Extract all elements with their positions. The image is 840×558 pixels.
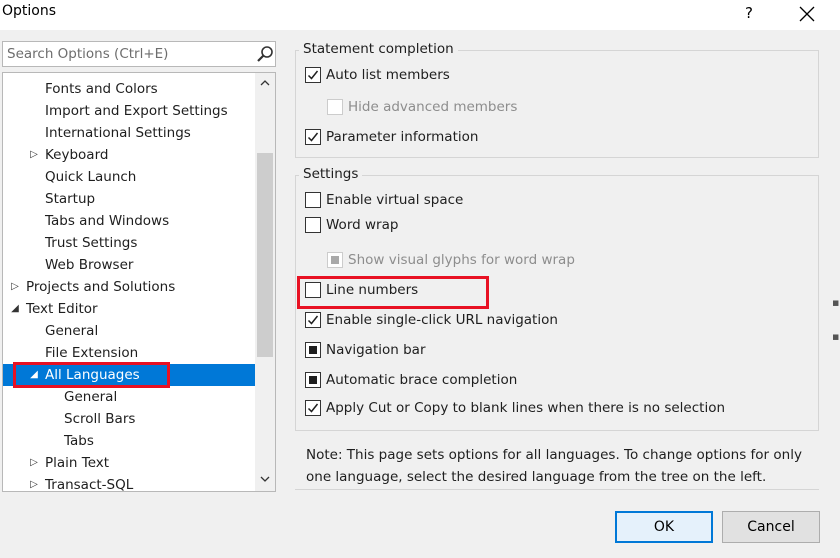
help-button[interactable]: ? — [734, 0, 764, 28]
tree-item-label: Plain Text — [45, 455, 110, 471]
parameter-information-label: Parameter information — [326, 129, 479, 145]
tree-item[interactable]: ▷ Transact-SQL — [3, 474, 255, 492]
tree-item-label: Web Browser — [45, 257, 134, 273]
tree-item[interactable]: ◢ Text Editor — [3, 298, 255, 320]
tree-item-label: File Extension — [45, 345, 139, 361]
tree-item[interactable]: International Settings — [3, 122, 255, 144]
tree-item[interactable]: Tabs — [3, 430, 255, 452]
scrollbar-thumb[interactable] — [257, 153, 273, 357]
auto-list-members-label: Auto list members — [326, 67, 450, 83]
parameter-information-checkbox[interactable] — [305, 129, 321, 145]
hide-advanced-members-checkbox — [327, 99, 343, 115]
options-tree[interactable]: Fonts and Colors Import and Export Settin… — [2, 72, 276, 492]
statement-completion-title: Statement completion — [299, 41, 458, 57]
chevron-up-icon — [260, 80, 270, 86]
background-edge-mark: ▪ — [832, 296, 840, 309]
line-numbers-highlight — [297, 276, 489, 309]
all-languages-highlight — [13, 362, 170, 388]
settings-title: Settings — [299, 166, 363, 182]
tree-item[interactable]: Import and Export Settings — [3, 100, 255, 122]
cancel-button[interactable]: Cancel — [722, 511, 820, 543]
tree-item[interactable]: Quick Launch — [3, 166, 255, 188]
search-placeholder: Search Options (Ctrl+E) — [7, 46, 169, 62]
tree-item[interactable]: Tabs and Windows — [3, 210, 255, 232]
window-title: Options — [2, 3, 57, 19]
tree-item-label: Fonts and Colors — [45, 81, 158, 97]
scroll-up-button[interactable] — [255, 73, 275, 95]
close-button[interactable] — [790, 0, 824, 28]
note-line-2: one language, select the desired languag… — [306, 469, 767, 485]
tree-item-label: Scroll Bars — [64, 411, 136, 427]
tree-item[interactable]: ▷ Keyboard — [3, 144, 255, 166]
apply-cut-copy-label: Apply Cut or Copy to blank lines when th… — [326, 400, 726, 416]
tree-item-label: Trust Settings — [45, 235, 138, 251]
automatic-brace-checkbox[interactable] — [305, 372, 321, 388]
tree-item[interactable]: Web Browser — [3, 254, 255, 276]
tree-item[interactable]: Startup — [3, 188, 255, 210]
tree-item[interactable]: Fonts and Colors — [3, 78, 255, 100]
word-wrap-label: Word wrap — [326, 217, 399, 233]
note-line-1: Note: This page sets options for all lan… — [306, 447, 802, 463]
tree-item[interactable]: ▷ Projects and Solutions — [3, 276, 255, 298]
word-wrap-checkbox[interactable] — [305, 217, 321, 233]
tree-item-label: International Settings — [45, 125, 191, 141]
title-bar: Options ? — [0, 0, 840, 30]
tree-item[interactable]: Trust Settings — [3, 232, 255, 254]
tree-item-label: Startup — [45, 191, 96, 207]
note-divider — [295, 489, 819, 490]
tree-item-label: Tabs and Windows — [45, 213, 170, 229]
show-visual-glyphs-checkbox — [327, 252, 343, 268]
single-click-url-checkbox[interactable] — [305, 312, 321, 328]
tree-item-label: Tabs — [64, 433, 94, 449]
chevron-down-icon — [260, 476, 270, 482]
tree-item-label: Quick Launch — [45, 169, 137, 185]
navigation-bar-label: Navigation bar — [326, 342, 426, 358]
collapsed-arrow-icon[interactable]: ▷ — [29, 144, 39, 166]
tree-item-label: Text Editor — [26, 301, 98, 317]
automatic-brace-label: Automatic brace completion — [326, 372, 518, 388]
tree-item-label: Keyboard — [45, 147, 109, 163]
tree-item[interactable]: File Extension — [3, 342, 255, 364]
tree-item-label: Transact-SQL — [45, 477, 134, 492]
collapsed-arrow-icon[interactable]: ▷ — [29, 452, 39, 474]
tree-scrollbar[interactable] — [255, 73, 275, 491]
hide-advanced-members-label: Hide advanced members — [348, 99, 518, 115]
checkmark-icon — [307, 315, 319, 325]
scroll-down-button[interactable] — [255, 469, 275, 491]
background-edge-mark: ▪ — [832, 330, 840, 343]
single-click-url-label: Enable single-click URL navigation — [326, 312, 558, 328]
navigation-bar-checkbox[interactable] — [305, 342, 321, 358]
search-icon[interactable] — [255, 45, 275, 63]
tree-item-label: Import and Export Settings — [45, 103, 228, 119]
search-options-input[interactable]: Search Options (Ctrl+E) — [2, 41, 276, 67]
tree-item[interactable]: ▷ Plain Text — [3, 452, 255, 474]
apply-cut-copy-checkbox[interactable] — [305, 400, 321, 416]
tree-item[interactable]: General — [3, 386, 255, 408]
collapsed-arrow-icon[interactable]: ▷ — [29, 474, 39, 491]
note-text: Note: This page sets options for all lan… — [306, 444, 806, 488]
collapsed-arrow-icon[interactable]: ▷ — [10, 276, 20, 298]
close-icon — [799, 6, 815, 22]
checkmark-icon — [307, 70, 319, 80]
show-visual-glyphs-label: Show visual glyphs for word wrap — [348, 252, 575, 268]
tree-item[interactable]: Scroll Bars — [3, 408, 255, 430]
auto-list-members-checkbox[interactable] — [305, 67, 321, 83]
tree-item-label: General — [64, 389, 118, 405]
tree-item[interactable]: General — [3, 320, 255, 342]
checkmark-icon — [307, 403, 319, 413]
expanded-arrow-icon[interactable]: ◢ — [10, 298, 20, 320]
enable-virtual-space-checkbox[interactable] — [305, 192, 321, 208]
tree-item-label: General — [45, 323, 99, 339]
enable-virtual-space-label: Enable virtual space — [326, 192, 464, 208]
ok-button[interactable]: OK — [615, 511, 713, 543]
tree-item-label: Projects and Solutions — [26, 279, 176, 295]
checkmark-icon — [307, 132, 319, 142]
